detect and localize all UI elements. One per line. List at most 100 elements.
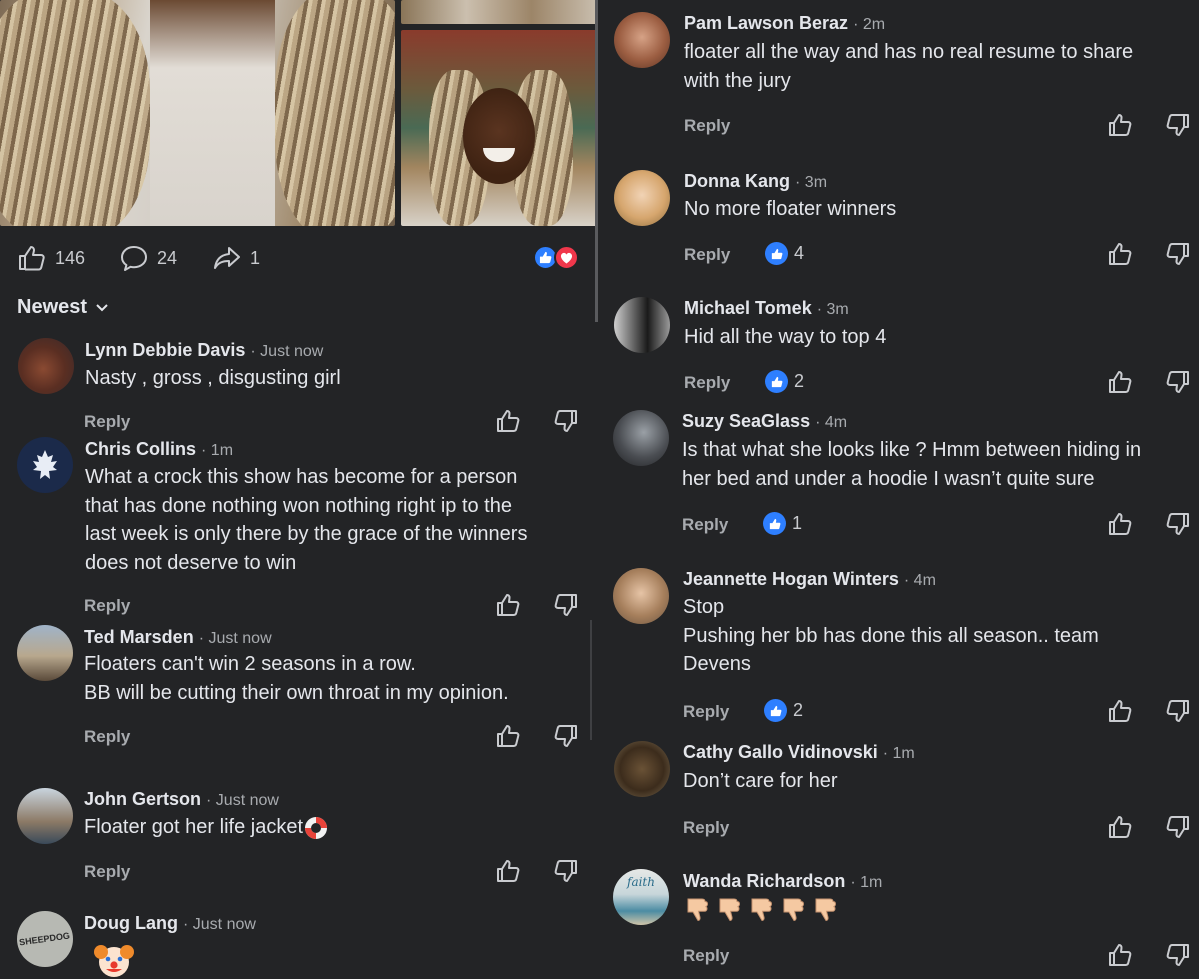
reaction-summary[interactable] <box>533 245 583 271</box>
comment-time: · Just now <box>206 792 279 809</box>
thumbs-up-icon[interactable] <box>1108 698 1134 724</box>
thumbs-down-icon[interactable] <box>552 592 578 618</box>
comment-time: · 3m <box>816 301 849 318</box>
comment-action[interactable]: 24 <box>119 244 177 272</box>
reply-button[interactable]: Reply <box>683 702 729 722</box>
like-count: 146 <box>55 247 86 268</box>
thumbs-up-icon[interactable] <box>1108 112 1134 138</box>
comment-time: · Just now <box>198 630 272 647</box>
post-photo-main[interactable] <box>0 0 395 226</box>
comment-author[interactable]: Wanda Richardson · 1m <box>683 871 882 892</box>
comment-text: Floater got her life jacket <box>84 813 329 842</box>
thumbs-up-icon[interactable] <box>1108 942 1134 968</box>
comment-time: · 3m <box>795 174 828 191</box>
share-icon <box>214 247 240 269</box>
thumbs-up-icon[interactable] <box>1108 511 1134 537</box>
thumbs-up-icon[interactable] <box>496 408 522 434</box>
avatar-label: SHEEPDOG <box>19 930 71 948</box>
comment-author[interactable]: Doug Lang · Just now <box>84 913 256 934</box>
thumbs-up-icon[interactable] <box>496 858 522 884</box>
avatar[interactable] <box>17 437 73 493</box>
thumbs-up-icon[interactable] <box>1108 814 1134 840</box>
thumbs-up-icon[interactable] <box>496 723 522 749</box>
reply-button[interactable]: Reply <box>684 373 730 393</box>
sort-dropdown[interactable]: Newest <box>17 296 109 319</box>
comment-author[interactable]: Michael Tomek · 3m <box>684 298 849 319</box>
comment-author[interactable]: Suzy SeaGlass · 4m <box>682 411 847 432</box>
left-panel: 146 24 1 Newest Lynn Debbie Davis · Just… <box>0 0 597 979</box>
like-action[interactable]: 146 <box>17 244 85 272</box>
avatar[interactable] <box>614 170 670 226</box>
thumbs-down-emoji-icon <box>719 898 741 922</box>
comment-text: What a crock this show has become for a … <box>85 466 528 574</box>
thumbs-down-icon[interactable] <box>552 408 578 434</box>
chevron-down-icon <box>96 303 108 311</box>
comment-author[interactable]: Cathy Gallo Vidinovski · 1m <box>683 742 915 763</box>
avatar[interactable] <box>614 741 670 797</box>
reply-button[interactable]: Reply <box>683 946 729 966</box>
panel-divider <box>595 0 598 322</box>
ring-buoy-icon <box>305 816 327 839</box>
avatar[interactable] <box>614 297 670 353</box>
comment-author[interactable]: Donna Kang · 3m <box>684 171 827 192</box>
avatar[interactable] <box>613 410 669 466</box>
thumbs-down-icon[interactable] <box>552 858 578 884</box>
like-badge-icon <box>763 512 786 535</box>
thumbs-down-emoji-icon <box>687 898 709 922</box>
comment-time: · Just now <box>250 343 324 360</box>
comment-time: · 1m <box>201 442 234 459</box>
avatar[interactable]: faith <box>613 869 669 925</box>
post-photo-side[interactable] <box>401 30 597 226</box>
like-badge-icon <box>764 699 787 722</box>
like-badge-icon <box>765 370 788 393</box>
avatar[interactable] <box>17 788 73 844</box>
comment-author[interactable]: Ted Marsden · Just now <box>84 627 272 648</box>
comment-author[interactable]: Chris Collins · 1m <box>85 439 233 460</box>
comment-author[interactable]: Jeannette Hogan Winters · 4m <box>683 569 936 590</box>
thumbs-down-icon[interactable] <box>1164 112 1190 138</box>
comment-author[interactable]: John Gertson · Just now <box>84 789 279 810</box>
reply-button[interactable]: Reply <box>84 596 130 616</box>
thumbs-down-emoji-icon <box>751 898 773 922</box>
post-photo-top[interactable] <box>401 0 597 24</box>
like-badge-icon <box>765 242 788 265</box>
avatar[interactable] <box>613 568 669 624</box>
comment-like-count[interactable]: 4 <box>765 242 804 265</box>
comment-author[interactable]: Pam Lawson Beraz · 2m <box>684 13 885 34</box>
reply-button[interactable]: Reply <box>684 245 730 265</box>
comment-text: Nasty , gross , disgusting girl <box>85 367 341 389</box>
reply-button[interactable]: Reply <box>84 412 130 432</box>
comment-like-count[interactable]: 2 <box>765 370 804 393</box>
comment-time: · 4m <box>903 572 936 589</box>
thumbs-down-icon[interactable] <box>1164 814 1190 840</box>
thumbs-up-icon[interactable] <box>496 592 522 618</box>
thumbs-down-emoji-icon <box>815 898 837 922</box>
thumbs-down-icon[interactable] <box>1164 511 1190 537</box>
reply-button[interactable]: Reply <box>84 727 130 747</box>
comment-time: · Just now <box>183 916 256 933</box>
comment-like-count[interactable]: 2 <box>764 699 803 722</box>
reply-button[interactable]: Reply <box>684 116 730 136</box>
reply-button[interactable]: Reply <box>682 515 728 535</box>
thumbs-down-icon[interactable] <box>1164 942 1190 968</box>
comment-author[interactable]: Lynn Debbie Davis · Just now <box>85 340 323 361</box>
comment-like-count[interactable]: 1 <box>763 512 802 535</box>
thumbs-down-icon[interactable] <box>1164 241 1190 267</box>
thumbs-down-icon[interactable] <box>1164 369 1190 395</box>
avatar[interactable]: SHEEPDOG <box>17 911 73 967</box>
thumbs-down-icon[interactable] <box>1164 698 1190 724</box>
avatar[interactable] <box>18 338 74 394</box>
avatar[interactable] <box>17 625 73 681</box>
scrollbar[interactable] <box>590 620 592 740</box>
share-action[interactable]: 1 <box>212 244 260 272</box>
reply-button[interactable]: Reply <box>683 818 729 838</box>
avatar[interactable] <box>614 12 670 68</box>
thumbs-up-icon[interactable] <box>1108 241 1134 267</box>
comment-text: floater all the way and has no real resu… <box>684 41 1134 92</box>
thumbs-up-icon[interactable] <box>1108 369 1134 395</box>
right-panel: Pam Lawson Beraz · 2m floater all the wa… <box>597 0 1199 979</box>
avatar-label: faith <box>627 875 655 889</box>
thumbs-down-icon[interactable] <box>552 723 578 749</box>
reply-button[interactable]: Reply <box>84 862 130 882</box>
comment-text: No more floater winners <box>684 198 897 220</box>
